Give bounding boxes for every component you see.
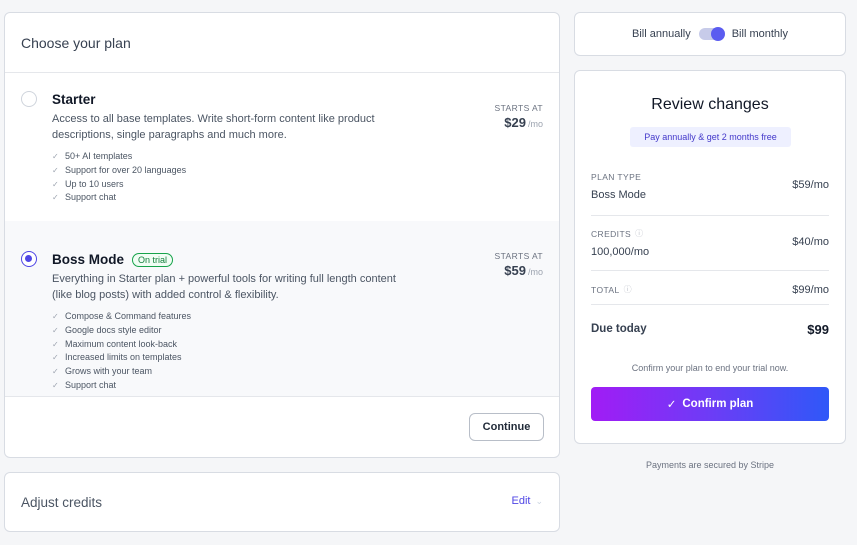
feature-item: ✓ Increased limits on templates bbox=[52, 351, 543, 365]
bill-monthly-label[interactable]: Bill monthly bbox=[732, 28, 788, 40]
feature-list: ✓ 50+ AI templates ✓ Support for over 20 l… bbox=[52, 150, 543, 205]
total-amount: $99/mo bbox=[792, 284, 829, 296]
plan-option-boss-mode[interactable]: Boss Mode On trial Everything in Starter… bbox=[5, 221, 559, 397]
feature-item: ✓ Maximum content look-back bbox=[52, 338, 543, 352]
total-row: TOTAL ⓘ $99/mo bbox=[591, 284, 829, 296]
divider bbox=[591, 304, 829, 305]
confirm-plan-button[interactable]: ✓ Confirm plan bbox=[591, 387, 829, 421]
starter-radio[interactable] bbox=[21, 91, 37, 107]
check-icon: ✓ bbox=[52, 165, 59, 175]
feature-item: ✓ Grows with your team bbox=[52, 365, 543, 379]
plan-description: Everything in Starter plan + powerful to… bbox=[52, 273, 396, 301]
info-icon: ⓘ bbox=[635, 229, 644, 238]
check-icon: ✓ bbox=[52, 312, 59, 321]
total-label: TOTAL bbox=[591, 284, 620, 295]
price-block: STARTS AT $59/mo bbox=[495, 251, 543, 278]
check-icon: ✓ bbox=[52, 367, 59, 377]
info-icon: ⓘ bbox=[623, 285, 633, 294]
billing-toggle-card: Bill annually Bill monthly bbox=[574, 12, 846, 56]
divider bbox=[591, 215, 829, 216]
check-icon: ✓ bbox=[52, 193, 59, 203]
credits-label: CREDITS bbox=[591, 228, 632, 239]
feature-item: ✓ Google docs style editor bbox=[52, 324, 543, 338]
starts-at-label: STARTS AT bbox=[494, 251, 543, 261]
review-title: Review changes bbox=[651, 96, 769, 113]
plan-type-row: PLAN TYPE Boss Mode $59/mo bbox=[591, 172, 829, 201]
boss-mode-radio[interactable] bbox=[21, 251, 37, 267]
starts-at-label: STARTS AT bbox=[494, 103, 543, 113]
plan-card-title: Choose your plan bbox=[5, 13, 559, 73]
bill-annually-label[interactable]: Bill annually bbox=[632, 28, 691, 40]
on-trial-badge: On trial bbox=[132, 252, 174, 267]
plan-card: Choose your plan Starter Access to all b… bbox=[4, 12, 560, 458]
feature-item: ✓ 50+ AI templates bbox=[52, 150, 543, 164]
feature-item: ✓ Support chat bbox=[52, 191, 543, 205]
feature-item: ✓ Support for over 20 languages bbox=[52, 164, 543, 178]
check-icon: ✓ bbox=[52, 152, 59, 161]
confirm-note: Confirm your plan to end your trial now. bbox=[631, 363, 789, 373]
plan-description: Access to all base templates. Write shor… bbox=[52, 113, 375, 141]
due-today-amount: $99 bbox=[807, 322, 829, 337]
check-icon: ✓ bbox=[666, 399, 677, 411]
divider bbox=[591, 270, 829, 271]
plan-name: Starter bbox=[52, 92, 96, 107]
check-icon: ✓ bbox=[52, 353, 59, 363]
due-today-label: Due today bbox=[591, 323, 647, 335]
plan-name: Boss Mode bbox=[52, 252, 125, 267]
plan-option-starter[interactable]: Starter Access to all base templates. Wr… bbox=[5, 73, 559, 221]
plan-price: $29 bbox=[504, 115, 526, 130]
stripe-secured-note: Payments are secured by Stripe bbox=[645, 460, 775, 470]
annual-promo-badge: Pay annually & get 2 months free bbox=[630, 127, 791, 147]
plan-type-amount: $59/mo bbox=[792, 179, 829, 191]
check-icon: ✓ bbox=[52, 339, 59, 349]
edit-credits-button[interactable]: Edit ⌄ bbox=[511, 495, 543, 507]
feature-item: ✓ Support chat bbox=[52, 379, 543, 393]
feature-item: ✓ Compose & Command features bbox=[52, 310, 543, 324]
feature-list: ✓ Compose & Command features ✓ Google docs… bbox=[52, 310, 543, 393]
adjust-credits-card[interactable]: Adjust credits Edit ⌄ bbox=[4, 472, 560, 532]
review-changes-card: Review changes Pay annually & get 2 mont… bbox=[574, 70, 846, 444]
credits-amount: $40/mo bbox=[792, 236, 829, 248]
billing-toggle[interactable] bbox=[698, 27, 725, 41]
chevron-down-icon: ⌄ bbox=[535, 495, 543, 506]
check-icon: ✓ bbox=[52, 325, 59, 335]
edit-label: Edit bbox=[511, 495, 531, 507]
continue-button[interactable]: Continue bbox=[469, 413, 544, 441]
price-block: STARTS AT $29/mo bbox=[495, 103, 543, 130]
check-icon: ✓ bbox=[52, 179, 59, 189]
adjust-credits-title: Adjust credits bbox=[21, 495, 103, 510]
confirm-plan-label: Confirm plan bbox=[682, 398, 754, 410]
credits-row: CREDITS ⓘ 100,000/mo $40/mo bbox=[591, 228, 829, 259]
check-icon: ✓ bbox=[52, 380, 59, 390]
plan-price: $59 bbox=[504, 263, 526, 278]
per-month: /mo bbox=[527, 119, 543, 129]
feature-item: ✓ Up to 10 users bbox=[52, 178, 543, 192]
toggle-knob bbox=[710, 27, 725, 41]
per-month: /mo bbox=[527, 267, 543, 277]
